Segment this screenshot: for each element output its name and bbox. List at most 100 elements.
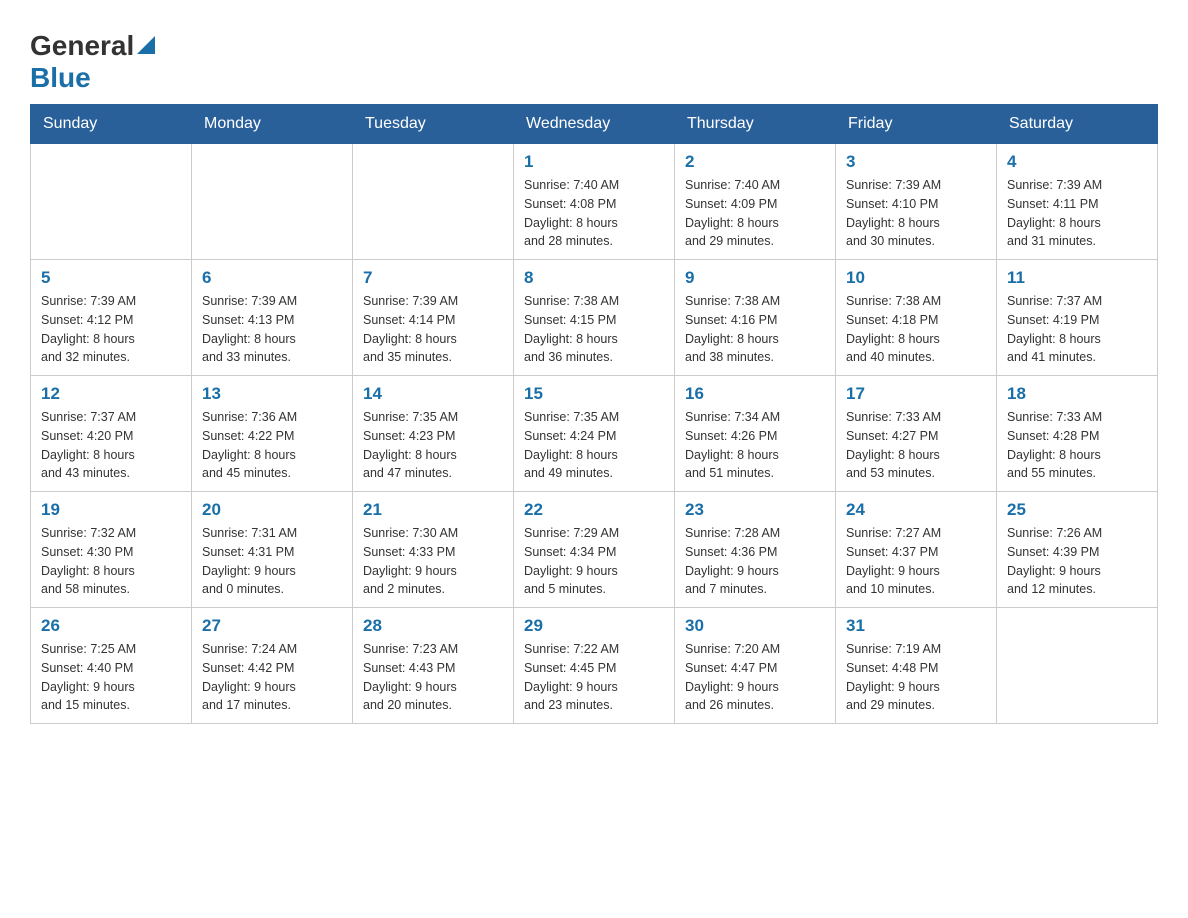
day-number: 24 [846, 500, 986, 520]
calendar-cell: 28 Sunrise: 7:23 AM Sunset: 4:43 PM Dayli… [353, 608, 514, 724]
logo-triangle-icon [137, 36, 155, 59]
day-number: 20 [202, 500, 342, 520]
day-info: Sunrise: 7:37 AM Sunset: 4:20 PM Dayligh… [41, 408, 181, 483]
calendar-cell: 7Sunrise: 7:39 AM Sunset: 4:14 PM Daylig… [353, 260, 514, 376]
day-info: Sunrise: 7:26 AM Sunset: 4:39 PM Dayligh… [1007, 524, 1147, 599]
day-info: Sunrise: 7:28 AM Sunset: 4:36 PM Dayligh… [685, 524, 825, 599]
weekday-header-thursday: Thursday [675, 105, 836, 144]
calendar-week-row: 26 Sunrise: 7:25 AM Sunset: 4:40 PM Dayli… [31, 608, 1158, 724]
logo-general-text: General [30, 30, 134, 62]
day-info: Sunrise: 7:25 AM Sunset: 4:40 PM Dayligh… [41, 640, 181, 715]
day-info: Sunrise: 7:39 AM Sunset: 4:10 PM Dayligh… [846, 176, 986, 251]
calendar-cell: 25 Sunrise: 7:26 AM Sunset: 4:39 PM Dayli… [997, 492, 1158, 608]
calendar-cell [353, 144, 514, 260]
day-info: Sunrise: 7:22 AM Sunset: 4:45 PM Dayligh… [524, 640, 664, 715]
calendar-cell: 27 Sunrise: 7:24 AM Sunset: 4:42 PM Dayli… [192, 608, 353, 724]
day-info: Sunrise: 7:37 AM Sunset: 4:19 PM Dayligh… [1007, 292, 1147, 367]
weekday-header-friday: Friday [836, 105, 997, 144]
day-info: Sunrise: 7:23 AM Sunset: 4:43 PM Dayligh… [363, 640, 503, 715]
day-info: Sunrise: 7:39 AM Sunset: 4:12 PM Dayligh… [41, 292, 181, 367]
day-info: Sunrise: 7:31 AM Sunset: 4:31 PM Dayligh… [202, 524, 342, 599]
day-info: Sunrise: 7:33 AM Sunset: 4:27 PM Dayligh… [846, 408, 986, 483]
calendar-cell: 15 Sunrise: 7:35 AM Sunset: 4:24 PM Dayli… [514, 376, 675, 492]
day-info: Sunrise: 7:40 AM Sunset: 4:08 PM Dayligh… [524, 176, 664, 251]
calendar-cell: 18 Sunrise: 7:33 AM Sunset: 4:28 PM Dayli… [997, 376, 1158, 492]
calendar-cell: 23 Sunrise: 7:28 AM Sunset: 4:36 PM Dayli… [675, 492, 836, 608]
weekday-header-monday: Monday [192, 105, 353, 144]
day-number: 3 [846, 152, 986, 172]
calendar-cell [997, 608, 1158, 724]
calendar-cell: 16 Sunrise: 7:34 AM Sunset: 4:26 PM Dayli… [675, 376, 836, 492]
day-info: Sunrise: 7:39 AM Sunset: 4:14 PM Dayligh… [363, 292, 503, 367]
calendar-cell: 12 Sunrise: 7:37 AM Sunset: 4:20 PM Dayli… [31, 376, 192, 492]
day-number: 6 [202, 268, 342, 288]
day-number: 17 [846, 384, 986, 404]
day-info: Sunrise: 7:38 AM Sunset: 4:18 PM Dayligh… [846, 292, 986, 367]
calendar-table: SundayMondayTuesdayWednesdayThursdayFrid… [30, 104, 1158, 724]
day-number: 4 [1007, 152, 1147, 172]
day-number: 10 [846, 268, 986, 288]
day-info: Sunrise: 7:20 AM Sunset: 4:47 PM Dayligh… [685, 640, 825, 715]
logo: General Blue [30, 20, 155, 94]
calendar-cell: 29Sunrise: 7:22 AM Sunset: 4:45 PM Dayli… [514, 608, 675, 724]
day-info: Sunrise: 7:35 AM Sunset: 4:24 PM Dayligh… [524, 408, 664, 483]
day-number: 27 [202, 616, 342, 636]
calendar-cell: 1 Sunrise: 7:40 AM Sunset: 4:08 PM Daylig… [514, 144, 675, 260]
day-info: Sunrise: 7:27 AM Sunset: 4:37 PM Dayligh… [846, 524, 986, 599]
day-number: 9 [685, 268, 825, 288]
day-info: Sunrise: 7:38 AM Sunset: 4:16 PM Dayligh… [685, 292, 825, 367]
day-number: 16 [685, 384, 825, 404]
weekday-header-sunday: Sunday [31, 105, 192, 144]
day-number: 14 [363, 384, 503, 404]
day-number: 25 [1007, 500, 1147, 520]
day-number: 23 [685, 500, 825, 520]
day-info: Sunrise: 7:36 AM Sunset: 4:22 PM Dayligh… [202, 408, 342, 483]
day-number: 12 [41, 384, 181, 404]
day-number: 18 [1007, 384, 1147, 404]
logo-blue-text: Blue [30, 62, 91, 93]
calendar-cell: 31Sunrise: 7:19 AM Sunset: 4:48 PM Dayli… [836, 608, 997, 724]
day-number: 30 [685, 616, 825, 636]
calendar-cell: 20 Sunrise: 7:31 AM Sunset: 4:31 PM Dayli… [192, 492, 353, 608]
day-info: Sunrise: 7:33 AM Sunset: 4:28 PM Dayligh… [1007, 408, 1147, 483]
calendar-cell [192, 144, 353, 260]
day-info: Sunrise: 7:29 AM Sunset: 4:34 PM Dayligh… [524, 524, 664, 599]
day-info: Sunrise: 7:38 AM Sunset: 4:15 PM Dayligh… [524, 292, 664, 367]
day-info: Sunrise: 7:24 AM Sunset: 4:42 PM Dayligh… [202, 640, 342, 715]
calendar-cell: 8Sunrise: 7:38 AM Sunset: 4:15 PM Daylig… [514, 260, 675, 376]
calendar-cell: 10 Sunrise: 7:38 AM Sunset: 4:18 PM Dayli… [836, 260, 997, 376]
calendar-cell: 3 Sunrise: 7:39 AM Sunset: 4:10 PM Daylig… [836, 144, 997, 260]
day-number: 22 [524, 500, 664, 520]
day-number: 19 [41, 500, 181, 520]
day-number: 21 [363, 500, 503, 520]
calendar-cell: 21Sunrise: 7:30 AM Sunset: 4:33 PM Dayli… [353, 492, 514, 608]
day-info: Sunrise: 7:40 AM Sunset: 4:09 PM Dayligh… [685, 176, 825, 251]
calendar-cell: 19Sunrise: 7:32 AM Sunset: 4:30 PM Dayli… [31, 492, 192, 608]
day-number: 2 [685, 152, 825, 172]
calendar-cell: 17 Sunrise: 7:33 AM Sunset: 4:27 PM Dayli… [836, 376, 997, 492]
calendar-cell [31, 144, 192, 260]
weekday-header-wednesday: Wednesday [514, 105, 675, 144]
calendar-cell: 26 Sunrise: 7:25 AM Sunset: 4:40 PM Dayli… [31, 608, 192, 724]
page-header: General Blue [30, 20, 1158, 94]
calendar-cell: 6 Sunrise: 7:39 AM Sunset: 4:13 PM Daylig… [192, 260, 353, 376]
day-info: Sunrise: 7:35 AM Sunset: 4:23 PM Dayligh… [363, 408, 503, 483]
calendar-cell: 4 Sunrise: 7:39 AM Sunset: 4:11 PM Daylig… [997, 144, 1158, 260]
calendar-cell: 14 Sunrise: 7:35 AM Sunset: 4:23 PM Dayli… [353, 376, 514, 492]
day-number: 28 [363, 616, 503, 636]
weekday-header-saturday: Saturday [997, 105, 1158, 144]
day-info: Sunrise: 7:39 AM Sunset: 4:13 PM Dayligh… [202, 292, 342, 367]
day-number: 11 [1007, 268, 1147, 288]
calendar-week-row: 19Sunrise: 7:32 AM Sunset: 4:30 PM Dayli… [31, 492, 1158, 608]
calendar-week-row: 12 Sunrise: 7:37 AM Sunset: 4:20 PM Dayli… [31, 376, 1158, 492]
day-info: Sunrise: 7:39 AM Sunset: 4:11 PM Dayligh… [1007, 176, 1147, 251]
day-number: 13 [202, 384, 342, 404]
day-number: 1 [524, 152, 664, 172]
day-number: 5 [41, 268, 181, 288]
day-info: Sunrise: 7:19 AM Sunset: 4:48 PM Dayligh… [846, 640, 986, 715]
day-number: 26 [41, 616, 181, 636]
day-info: Sunrise: 7:34 AM Sunset: 4:26 PM Dayligh… [685, 408, 825, 483]
calendar-week-row: 5 Sunrise: 7:39 AM Sunset: 4:12 PM Daylig… [31, 260, 1158, 376]
day-number: 15 [524, 384, 664, 404]
calendar-cell: 30 Sunrise: 7:20 AM Sunset: 4:47 PM Dayli… [675, 608, 836, 724]
